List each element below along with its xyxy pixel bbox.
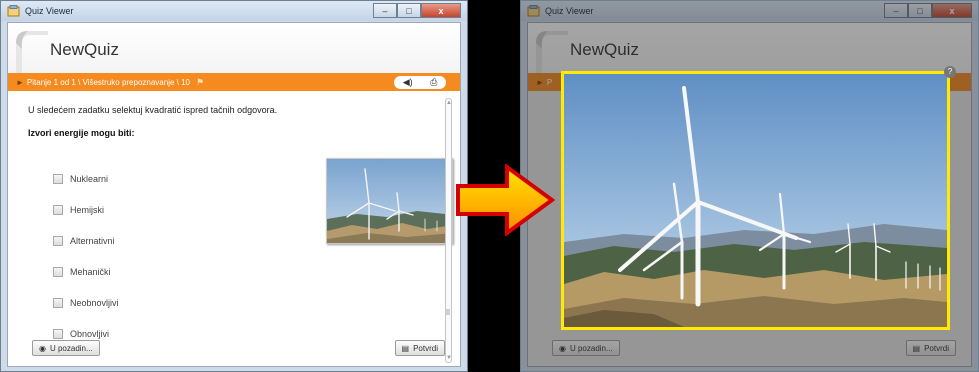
- instruction-text: U sledećem zadatku selektuj kvadratić is…: [28, 105, 278, 115]
- answer-checkbox[interactable]: [53, 328, 63, 339]
- list-icon: ▤: [401, 343, 410, 353]
- wind-turbine-image: [327, 159, 452, 243]
- flag-icon[interactable]: ⚑: [196, 77, 204, 88]
- close-button[interactable]: x: [421, 3, 461, 18]
- media-controls: ◀) ⎙: [394, 76, 446, 89]
- window-title: Quiz Viewer: [25, 6, 74, 16]
- answer-label: Alternativni: [70, 235, 115, 246]
- minimize-icon: –: [382, 5, 388, 16]
- vertical-scrollbar[interactable]: ▲ ▼: [445, 98, 452, 363]
- confirm-button-label: Potvrdi: [413, 343, 438, 353]
- maximize-button[interactable]: □: [397, 3, 421, 18]
- title-bar[interactable]: Quiz Viewer – □ x: [1, 1, 467, 21]
- quiz-title: NewQuiz: [50, 40, 119, 59]
- close-icon: x: [438, 5, 444, 16]
- zoomed-image-frame[interactable]: [561, 71, 950, 330]
- scroll-thumb[interactable]: [446, 309, 450, 315]
- question-breadcrumb: Pitanje 1 od 1 \ Višestruko prepoznavanj…: [26, 77, 190, 87]
- answer-label: Hemijski: [70, 204, 105, 215]
- back-button[interactable]: ◉ U pozadin...: [32, 340, 100, 356]
- maximize-icon: □: [406, 5, 412, 16]
- answer-label: Obnovljivi: [70, 328, 110, 339]
- quiz-header: NewQuiz: [8, 23, 460, 73]
- speaker-icon[interactable]: ◀): [403, 77, 413, 88]
- answer-option[interactable]: Hemijski: [53, 194, 119, 225]
- answer-checkbox[interactable]: [53, 235, 63, 246]
- question-text: Izvori energije mogu biti:: [28, 128, 135, 138]
- answer-label: Neobnovljivi: [70, 297, 119, 308]
- answer-label: Nuklearni: [70, 173, 109, 184]
- answer-option[interactable]: Neobnovljivi: [53, 287, 119, 318]
- zoom-close-icon[interactable]: ?: [944, 66, 956, 78]
- stage: Quiz Viewer – □ x NewQuiz ► Pitanje 1 od…: [0, 0, 979, 372]
- answer-option[interactable]: Nuklearni: [53, 163, 119, 194]
- circle-arrow-icon: ◉: [39, 343, 46, 353]
- back-button-label: U pozadin...: [49, 343, 93, 353]
- scroll-up-icon[interactable]: ▲: [446, 100, 452, 106]
- quiz-content: NewQuiz ► Pitanje 1 od 1 \ Višestruko pr…: [7, 22, 461, 367]
- printer-icon[interactable]: ⎙: [430, 77, 437, 88]
- arrow-right-icon: [456, 164, 555, 236]
- confirm-button[interactable]: ▤ Potvrdi: [394, 340, 445, 356]
- answer-label: Mehanički: [70, 266, 111, 277]
- answer-checkbox[interactable]: [53, 173, 63, 184]
- page-curl-logo: [16, 31, 48, 73]
- answer-checkbox[interactable]: [53, 266, 63, 277]
- minimize-button[interactable]: –: [373, 3, 397, 18]
- app-icon: [7, 5, 20, 17]
- answer-checkbox[interactable]: [53, 297, 63, 308]
- answer-option[interactable]: Alternativni: [53, 225, 119, 256]
- chevron-right-icon: ►: [16, 77, 24, 87]
- scroll-down-icon[interactable]: ▼: [446, 355, 452, 361]
- answer-option[interactable]: Mehanički: [53, 256, 119, 287]
- quiz-window-left: Quiz Viewer – □ x NewQuiz ► Pitanje 1 od…: [0, 0, 468, 372]
- wind-turbine-thumbnail[interactable]: [326, 158, 453, 244]
- answer-list: Nuklearni Hemijski Alternativni Mehaničk…: [53, 163, 119, 349]
- window-controls: – □ x: [373, 3, 461, 18]
- question-info-bar: ► Pitanje 1 od 1 \ Višestruko prepoznava…: [8, 73, 460, 91]
- answer-checkbox[interactable]: [53, 204, 63, 215]
- wind-turbine-zoomed-image: [564, 74, 947, 327]
